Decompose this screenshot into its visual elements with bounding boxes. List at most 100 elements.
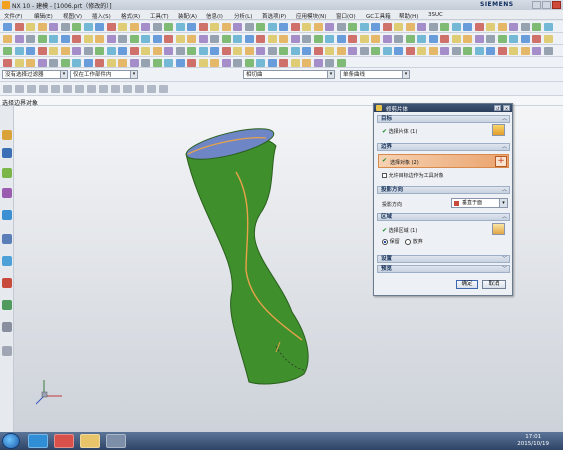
menu-analysis[interactable]: 分析(L) [234,12,252,20]
toolbar-tool-icon[interactable] [497,47,507,55]
cancel-button[interactable]: 取消 [482,280,506,289]
curve-rule-combo[interactable]: 相切曲 ▾ [243,70,335,79]
toolbar-tool-icon[interactable] [336,23,346,31]
toolbar-tool-icon[interactable] [3,47,12,55]
toolbar-tool-icon[interactable] [60,59,70,67]
toolbar-tool-icon[interactable] [371,47,380,55]
toolbar-tool-icon[interactable] [394,47,403,55]
toolbar-tool-icon[interactable] [428,23,438,31]
menu-3suc[interactable]: 3SUC [428,12,443,18]
menu-application[interactable]: 应用模块(N) [296,12,326,20]
toolbar-tool-icon[interactable] [233,35,242,43]
keep-radio[interactable] [382,238,388,245]
toolbar-tool-icon[interactable] [210,47,219,55]
toolbar-tool-icon[interactable] [336,35,346,43]
toolbar-tool-icon[interactable] [440,35,449,43]
toolbar-tool-icon[interactable] [187,35,196,43]
toolbar-tool-icon[interactable] [3,59,12,67]
toolbar-tool-icon[interactable] [302,35,311,43]
toolbar-tool-icon[interactable] [279,47,288,55]
nx-app-icon[interactable] [106,434,126,448]
toolbar-tool-icon[interactable] [313,59,323,67]
toolbar-tool-icon[interactable] [175,35,185,43]
menu-edit[interactable]: 编辑(E) [34,12,53,20]
type-filter-combo[interactable]: 没有选择过滤器 ▾ [2,70,68,79]
system-materials-icon[interactable] [2,278,12,288]
toolbar-tool-icon[interactable] [198,35,208,43]
toolbar-tool-icon[interactable] [371,23,380,31]
toolbar-tool-icon[interactable] [49,59,58,67]
toolbar-tool-icon[interactable] [233,47,242,55]
toolbar-tool-icon[interactable] [279,35,288,43]
toolbar-tool-icon[interactable] [348,23,357,31]
toolbar-tool-icon[interactable] [532,47,541,55]
toolbar-tool-icon[interactable] [164,23,173,31]
photos-icon[interactable] [54,434,74,448]
toolbar-tool-icon[interactable] [106,47,116,55]
toolbar-tool-icon[interactable] [164,59,173,67]
toolbar-tool-icon[interactable] [497,23,507,31]
toolbar-tool-icon[interactable] [3,35,12,43]
toolbar-tool-icon[interactable] [486,35,495,43]
toolbar-tool-icon[interactable] [49,35,58,43]
toolbar-tool-icon[interactable] [359,47,369,55]
toolbar-tool-icon[interactable] [543,23,553,31]
toolbar-tool-icon[interactable] [72,59,81,67]
start-orb-icon[interactable] [2,433,20,449]
toolbar-tool-icon[interactable] [348,47,357,55]
toolbar-tool-icon[interactable] [221,47,231,55]
target-section[interactable]: 目标 ︿ [377,115,510,123]
toolbar-tool-icon[interactable] [141,59,150,67]
toolbar-tool-icon[interactable] [106,59,116,67]
toolbar-tool-icon[interactable] [210,35,219,43]
folder-icon[interactable] [80,434,100,448]
toolbar-tool-icon[interactable] [129,47,139,55]
toolbar-tool-icon[interactable] [325,35,334,43]
reuse-library-icon[interactable] [2,188,12,198]
toolbar-tool-icon[interactable] [336,59,346,67]
reset-button[interactable]: ↺ [494,105,501,111]
toolbar-tool-icon[interactable] [118,23,127,31]
toolbar-tool-icon[interactable] [3,23,12,31]
toolbar-tool-icon[interactable] [543,35,553,43]
toolbar-tool-icon[interactable] [244,47,254,55]
toolbar-tool-icon[interactable] [141,23,150,31]
toolbar-tool-icon[interactable] [49,47,58,55]
maximize-button[interactable] [542,1,551,9]
toolbar-tool-icon[interactable] [152,23,162,31]
toolbar-tool-icon[interactable] [313,35,323,43]
toolbar-tool-icon[interactable] [440,23,449,31]
toolbar-tool-icon[interactable] [486,47,495,55]
toolbar-tool-icon[interactable] [371,35,380,43]
constraint-navigator-icon[interactable] [2,148,12,158]
toolbar-tool-icon[interactable] [474,23,484,31]
manufacturing-wizards-icon[interactable] [2,322,12,332]
toolbar-tool-icon[interactable] [233,23,242,31]
snap-point-icon[interactable] [147,85,156,93]
toolbar-tool-icon[interactable] [267,23,277,31]
toolbar-tool-icon[interactable] [72,47,81,55]
toolbar-tool-icon[interactable] [60,23,70,31]
toolbar-tool-icon[interactable] [83,35,93,43]
region-section[interactable]: 区域 ︿ [377,213,510,221]
toolbar-tool-icon[interactable] [325,23,334,31]
toolbar-tool-icon[interactable] [509,47,518,55]
hd3d-tools-icon[interactable] [2,210,12,220]
select-object-row[interactable]: ✔ 选择对象 (2) + [378,154,509,168]
toolbar-tool-icon[interactable] [49,23,58,31]
allow-target-edge-checkbox[interactable] [382,173,387,178]
dialog-titlebar[interactable]: 修剪片体 ↺ ✕ [374,104,512,113]
toolbar-tool-icon[interactable] [106,35,116,43]
projection-section[interactable]: 投影方向 ︿ [377,186,510,194]
projection-direction-combo[interactable]: 垂直于面 ▾ [451,198,508,208]
toolbar-tool-icon[interactable] [14,47,24,55]
menu-gc-toolbox[interactable]: GC工具箱 [366,12,391,20]
snap-point-icon[interactable] [99,85,108,93]
toolbar-tool-icon[interactable] [164,35,173,43]
toolbar-tool-icon[interactable] [463,23,472,31]
snap-point-icon[interactable] [39,85,48,93]
toolbar-tool-icon[interactable] [394,35,403,43]
toolbar-tool-icon[interactable] [474,35,484,43]
toolbar-tool-icon[interactable] [428,35,438,43]
toolbar-tool-icon[interactable] [26,59,35,67]
